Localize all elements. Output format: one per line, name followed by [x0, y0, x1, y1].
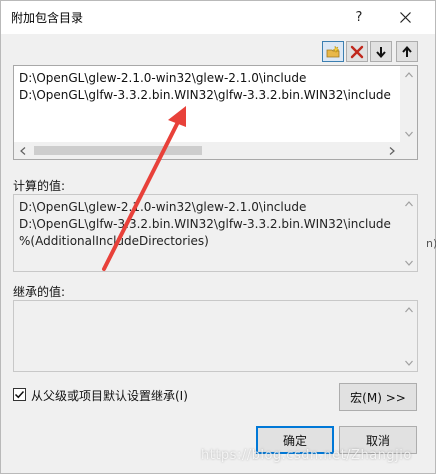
title-bar[interactable]: 附加包含目录 ?: [1, 1, 435, 34]
watermark: https://blog.csdn.net/Zhangjio: [201, 448, 412, 463]
move-up-icon: [402, 45, 412, 57]
scroll-down-arrow[interactable]: [400, 125, 417, 142]
directory-edit-list[interactable]: D:\OpenGL\glew-2.1.0-win32\glew-2.1.0\in…: [13, 65, 418, 160]
inherited-value-box: [13, 300, 418, 372]
vertical-scrollbar[interactable]: [400, 301, 417, 371]
list-item: D:\OpenGL\glew-2.1.0-win32\glew-2.1.0\in…: [19, 200, 307, 214]
scroll-down-arrow[interactable]: [400, 254, 417, 271]
delete-line-button[interactable]: [346, 41, 368, 62]
list-item[interactable]: D:\OpenGL\glfw-3.3.2.bin.WIN32\glfw-3.3.…: [19, 88, 391, 102]
chevron-up-icon: [404, 306, 413, 312]
move-up-button[interactable]: [396, 41, 418, 62]
background-text: n): [426, 237, 436, 250]
horizontal-scroll-thumb[interactable]: [34, 146, 202, 155]
list-item[interactable]: D:\OpenGL\glew-2.1.0-win32\glew-2.1.0\in…: [19, 71, 306, 85]
inherit-checkbox[interactable]: [13, 388, 26, 401]
evaluated-value-box: D:\OpenGL\glew-2.1.0-win32\glew-2.1.0\in…: [13, 194, 418, 272]
dialog-title: 附加包含目录: [11, 11, 84, 25]
vertical-scrollbar[interactable]: [400, 195, 417, 271]
help-button[interactable]: ?: [339, 1, 379, 34]
include-directories-dialog: 附加包含目录 ? D:\OpenGL\glew-2.1.0-win32\glew…: [0, 0, 436, 474]
close-button[interactable]: [385, 1, 425, 34]
chevron-right-icon: [389, 146, 395, 155]
horizontal-scrollbar[interactable]: [14, 142, 400, 159]
chevron-up-icon: [404, 200, 413, 206]
scroll-right-arrow[interactable]: [383, 142, 400, 159]
list-item: %(AdditionalIncludeDirectories): [19, 234, 209, 248]
scroll-down-arrow[interactable]: [400, 354, 417, 371]
macro-button[interactable]: 宏(M) >>: [339, 383, 417, 411]
scroll-up-arrow[interactable]: [400, 66, 417, 83]
scroll-up-arrow[interactable]: [400, 195, 417, 212]
chevron-up-icon: [404, 71, 413, 77]
list-item: D:\OpenGL\glfw-3.3.2.bin.WIN32\glfw-3.3.…: [19, 217, 391, 231]
chevron-down-icon: [404, 131, 413, 137]
new-folder-icon: [326, 45, 340, 57]
checkmark-icon: [14, 390, 25, 399]
scroll-up-arrow[interactable]: [400, 301, 417, 318]
scrollbar-corner: [400, 142, 417, 159]
scroll-left-arrow[interactable]: [14, 142, 31, 159]
chevron-down-icon: [404, 360, 413, 366]
chevron-down-icon: [404, 260, 413, 266]
move-down-icon: [376, 46, 386, 58]
vertical-scrollbar[interactable]: [400, 66, 417, 142]
new-line-button[interactable]: [322, 41, 344, 62]
inherit-checkbox-label[interactable]: 从父级或项目默认设置继承(I): [31, 387, 188, 404]
delete-icon: [350, 45, 364, 58]
close-icon: [399, 12, 411, 23]
move-down-button[interactable]: [370, 41, 392, 62]
evaluated-value-label: 计算的值:: [13, 179, 66, 193]
inherited-value-label: 继承的值:: [13, 285, 66, 299]
chevron-left-icon: [19, 146, 25, 155]
